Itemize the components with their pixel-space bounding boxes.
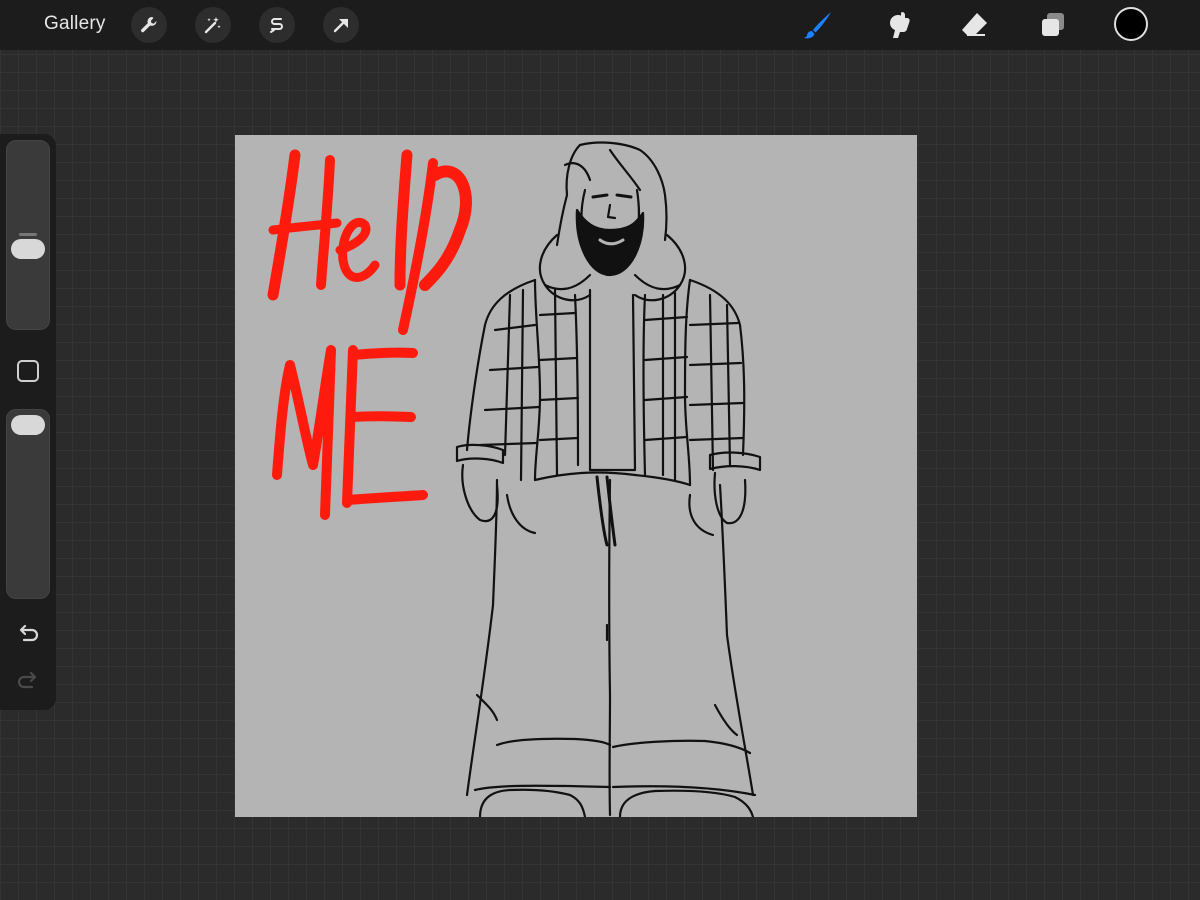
opacity-thumb[interactable] — [11, 415, 45, 435]
left-sidebar — [0, 134, 56, 710]
eraser-icon[interactable] — [959, 9, 991, 41]
sketched-figure — [455, 141, 762, 817]
selection-icon[interactable] — [259, 7, 295, 43]
opacity-slider[interactable] — [6, 409, 50, 599]
slider-notch — [19, 233, 37, 236]
top-toolbar: Gallery — [0, 0, 1200, 50]
layers-icon[interactable] — [1037, 9, 1069, 41]
undo-icon[interactable] — [14, 621, 42, 649]
drawing-canvas[interactable] — [235, 135, 917, 817]
redo-icon[interactable] — [14, 668, 42, 696]
wrench-icon[interactable] — [131, 7, 167, 43]
gallery-button[interactable]: Gallery — [44, 13, 106, 35]
brush-size-thumb[interactable] — [11, 239, 45, 259]
modify-button[interactable] — [17, 360, 39, 382]
red-handwritten-lettering — [267, 149, 472, 520]
smudge-icon[interactable] — [882, 9, 914, 41]
transform-arrow-icon[interactable] — [323, 7, 359, 43]
brush-size-slider[interactable] — [6, 140, 50, 330]
color-picker-button[interactable] — [1114, 7, 1148, 41]
magic-wand-icon[interactable] — [195, 7, 231, 43]
brush-icon[interactable] — [802, 9, 834, 41]
